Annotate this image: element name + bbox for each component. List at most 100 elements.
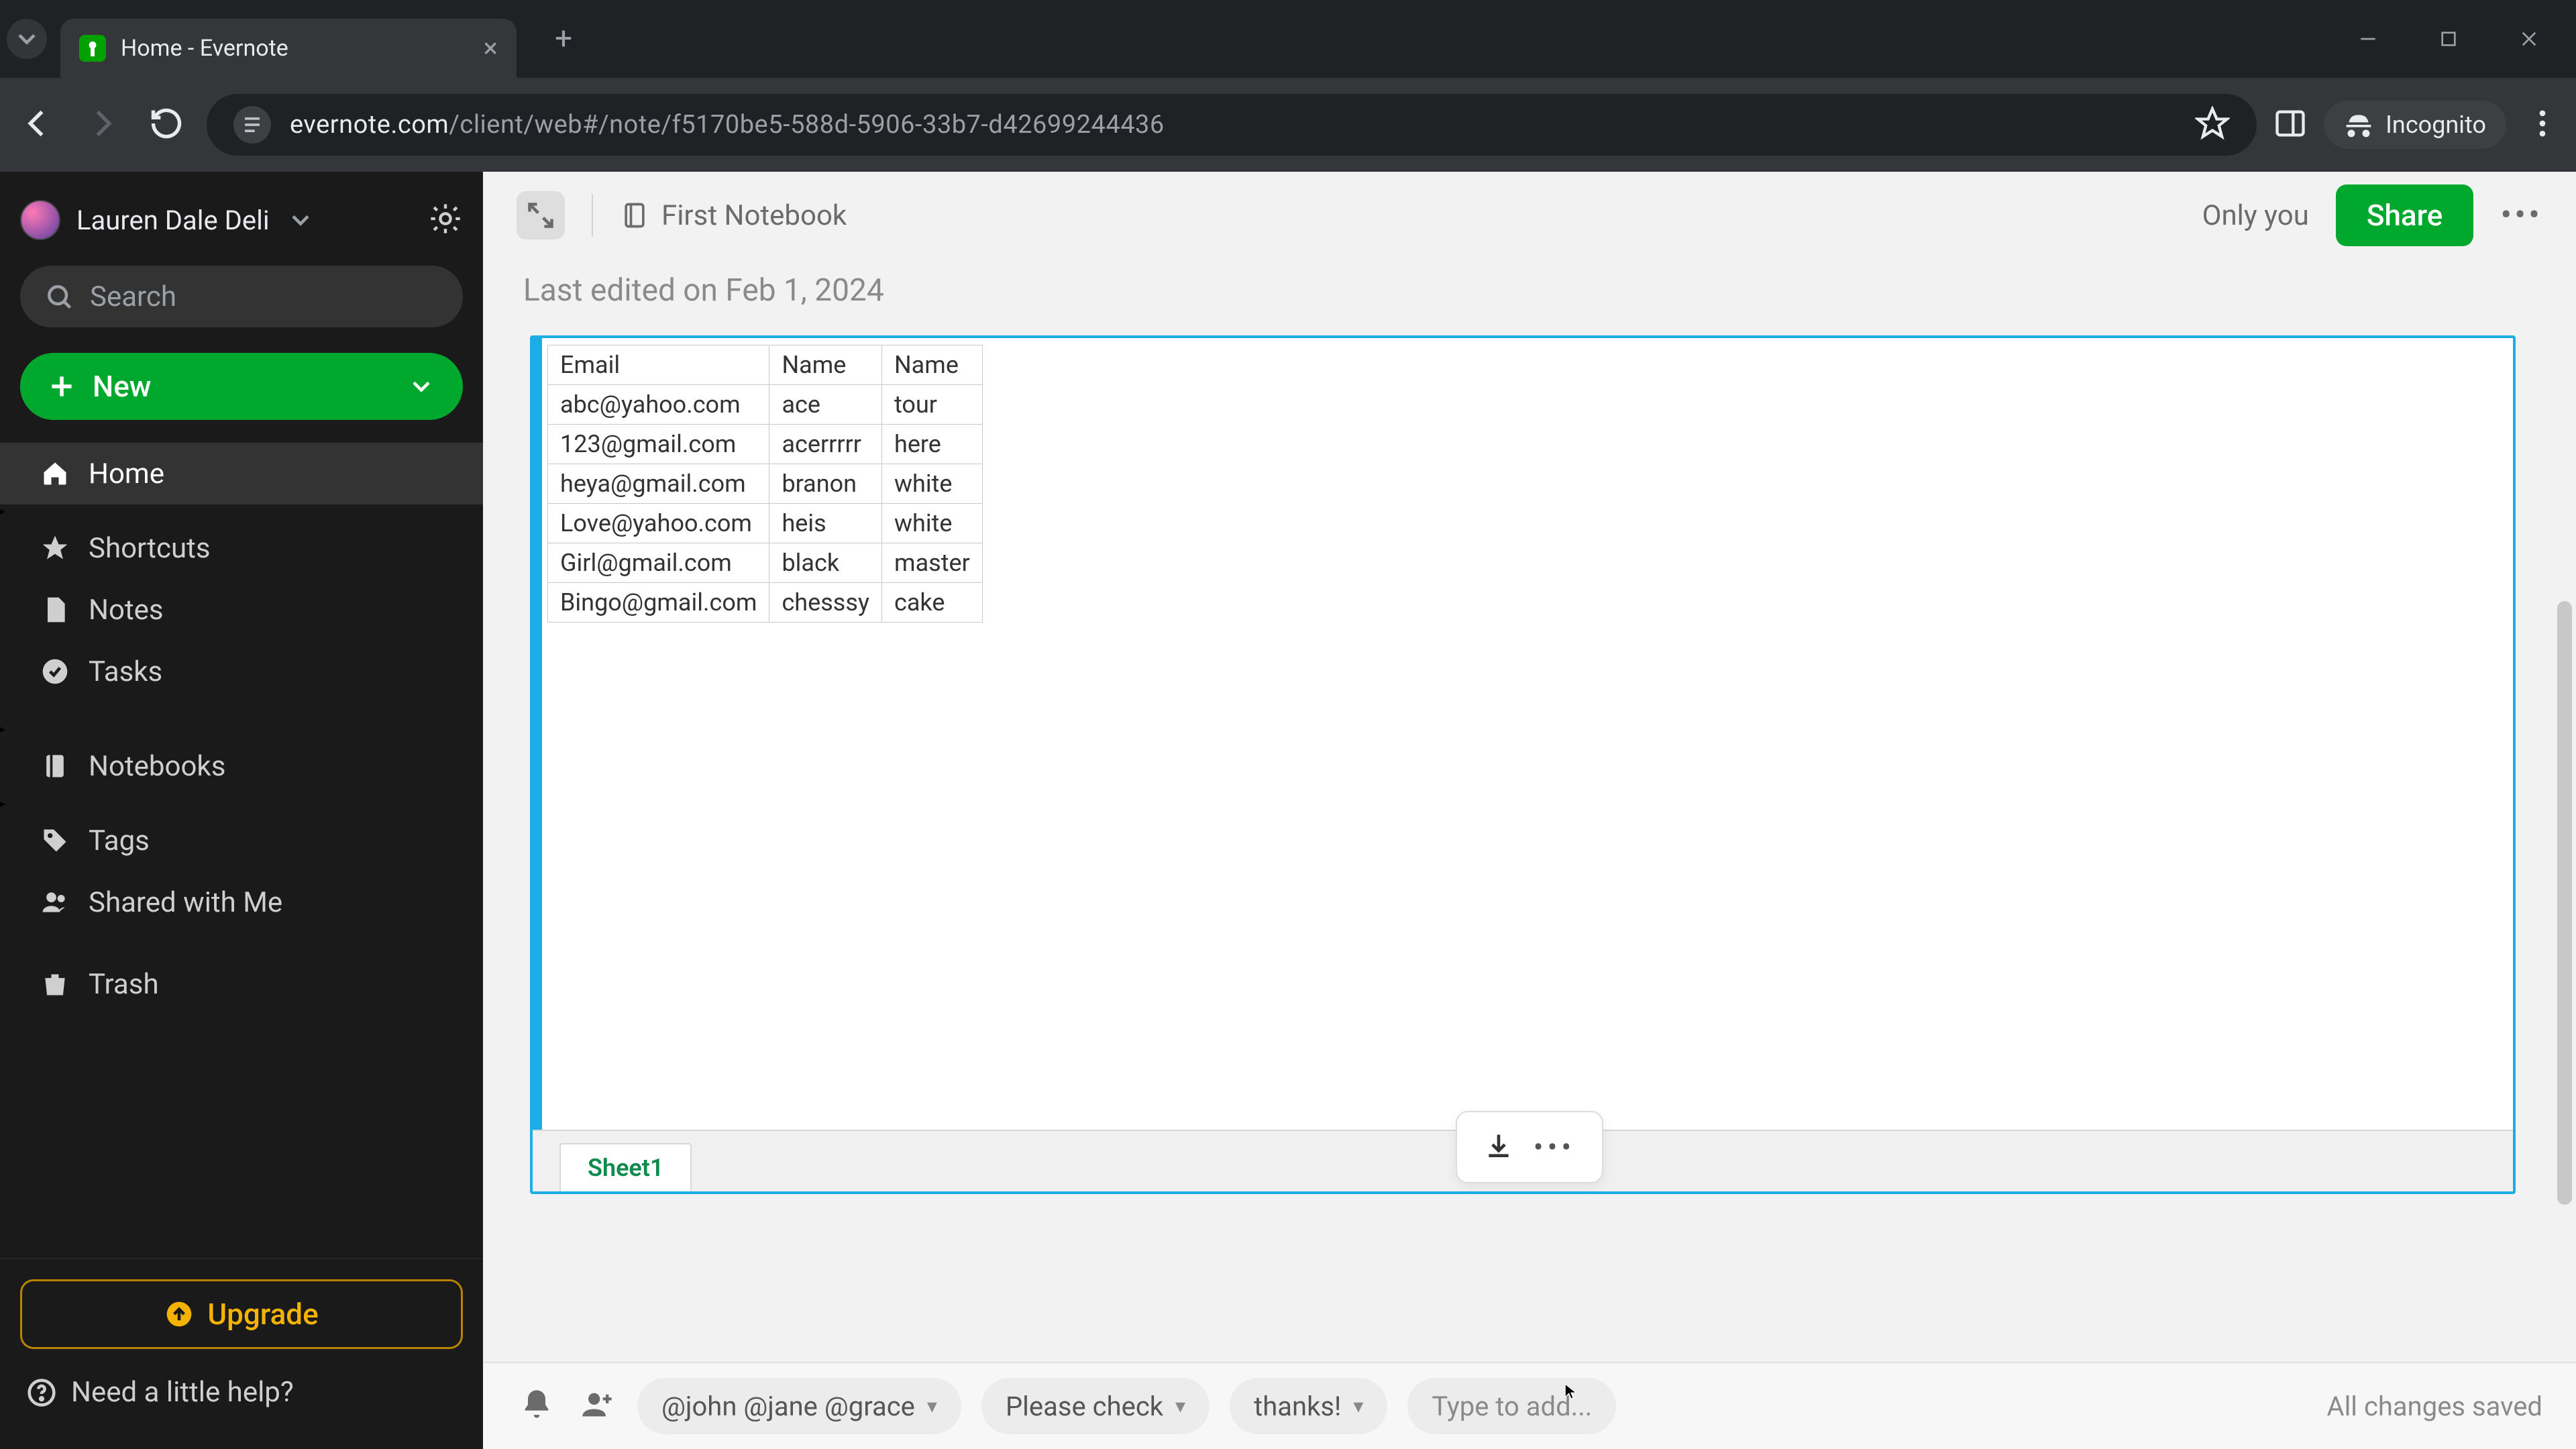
- sidebar-item-label: Tags: [89, 824, 150, 857]
- window-minimize-button[interactable]: [2355, 25, 2381, 52]
- table-cell[interactable]: branon: [769, 464, 882, 504]
- attachment-more-button[interactable]: •••: [1534, 1130, 1576, 1165]
- table-cell[interactable]: heya@gmail.com: [548, 464, 769, 504]
- add-tag-input[interactable]: Type to add...: [1407, 1378, 1616, 1434]
- address-bar[interactable]: evernote.com/client/web#/note/f5170be5-5…: [207, 94, 2257, 156]
- column-header: Name: [882, 345, 983, 385]
- sidebar-item-home[interactable]: Home: [0, 443, 483, 504]
- sheet-tab[interactable]: Sheet1: [559, 1143, 692, 1191]
- table-cell[interactable]: tour: [882, 385, 983, 425]
- expand-icon[interactable]: ▸: [0, 722, 5, 735]
- tag-chip-mentions[interactable]: @john @jane @grace ▾: [637, 1378, 961, 1434]
- help-button[interactable]: Need a little help?: [20, 1369, 463, 1429]
- save-status: All changes saved: [2326, 1391, 2542, 1422]
- table-cell[interactable]: abc@yahoo.com: [548, 385, 769, 425]
- sidebar: Lauren Dale Deli Search New Home ▸: [0, 172, 483, 1449]
- share-button[interactable]: Share: [2336, 184, 2474, 246]
- table-cell[interactable]: white: [882, 464, 983, 504]
- table-cell[interactable]: white: [882, 504, 983, 543]
- note-more-button[interactable]: •••: [2500, 196, 2542, 235]
- table-cell[interactable]: Bingo@gmail.com: [548, 583, 769, 623]
- table-cell[interactable]: 123@gmail.com: [548, 425, 769, 464]
- upgrade-icon: [164, 1299, 194, 1329]
- assign-button[interactable]: [577, 1386, 617, 1426]
- chevron-down-icon: [286, 205, 315, 235]
- trash-icon: [40, 969, 70, 999]
- incognito-label: Incognito: [2385, 111, 2486, 139]
- spreadsheet-attachment[interactable]: EmailNameName abc@yahoo.comacetour123@gm…: [530, 335, 2516, 1194]
- tab-close-icon[interactable]: ×: [484, 35, 498, 62]
- sidebar-item-shortcuts[interactable]: Shortcuts: [0, 517, 483, 579]
- forward-button[interactable]: [78, 101, 126, 149]
- sidebar-item-notebooks[interactable]: Notebooks: [0, 735, 483, 797]
- chip-label: Please check: [1006, 1391, 1163, 1422]
- tabs-dropdown-button[interactable]: [7, 19, 47, 59]
- home-icon: [40, 459, 70, 488]
- column-header: Email: [548, 345, 769, 385]
- table-row: 123@gmail.comacerrrrrhere: [548, 425, 983, 464]
- window-close-button[interactable]: [2516, 25, 2542, 52]
- reload-button[interactable]: [142, 101, 191, 149]
- sheet-tab-label: Sheet1: [588, 1154, 663, 1182]
- new-tab-button[interactable]: +: [543, 19, 584, 59]
- sidebar-item-tags[interactable]: Tags: [0, 810, 483, 871]
- back-button[interactable]: [13, 101, 62, 149]
- download-button[interactable]: [1484, 1131, 1513, 1163]
- table-cell[interactable]: Girl@gmail.com: [548, 543, 769, 583]
- note-icon: [40, 595, 70, 625]
- window-maximize-button[interactable]: [2435, 25, 2462, 52]
- browser-tab[interactable]: Home - Evernote ×: [60, 19, 517, 78]
- settings-button[interactable]: [428, 201, 463, 239]
- scrollbar-thumb[interactable]: [2557, 601, 2572, 1205]
- table-cell[interactable]: black: [769, 543, 882, 583]
- notebook-breadcrumb[interactable]: First Notebook: [620, 199, 847, 232]
- table-row: heya@gmail.combranonwhite: [548, 464, 983, 504]
- attachment-toolbar: •••: [1456, 1111, 1603, 1183]
- table-cell[interactable]: acerrrrr: [769, 425, 882, 464]
- spreadsheet-body: EmailNameName abc@yahoo.comacetour123@gm…: [533, 338, 2513, 1130]
- sidebar-item-tasks[interactable]: Tasks: [0, 641, 483, 702]
- reminder-button[interactable]: [517, 1386, 557, 1426]
- table-cell[interactable]: heis: [769, 504, 882, 543]
- bookmark-icon[interactable]: [2195, 106, 2230, 144]
- table-cell[interactable]: cake: [882, 583, 983, 623]
- sidebar-item-label: Notes: [89, 594, 164, 627]
- table-cell[interactable]: Love@yahoo.com: [548, 504, 769, 543]
- expand-icon: [526, 201, 555, 230]
- search-input[interactable]: Search: [20, 266, 463, 327]
- divider: [592, 194, 593, 237]
- expand-note-button[interactable]: [517, 191, 565, 239]
- sidebar-item-shared[interactable]: Shared with Me: [0, 871, 483, 933]
- browser-tabstrip: Home - Evernote × +: [0, 0, 2576, 78]
- new-button[interactable]: New: [20, 353, 463, 420]
- sidebar-item-label: Tasks: [89, 655, 162, 688]
- account-switcher[interactable]: Lauren Dale Deli: [0, 186, 483, 259]
- side-panel-icon[interactable]: [2273, 106, 2308, 144]
- tag-chip-check[interactable]: Please check ▾: [981, 1378, 1210, 1434]
- table-row: Bingo@gmail.comchesssycake: [548, 583, 983, 623]
- expand-icon[interactable]: ▸: [0, 797, 5, 810]
- incognito-chip[interactable]: Incognito: [2324, 101, 2506, 149]
- chevron-down-icon: ▾: [927, 1395, 937, 1418]
- mouse-cursor-icon: [1563, 1379, 1580, 1403]
- app-root: Lauren Dale Deli Search New Home ▸: [0, 172, 2576, 1449]
- table-cell[interactable]: master: [882, 543, 983, 583]
- upgrade-button[interactable]: Upgrade: [20, 1279, 463, 1349]
- tag-chip-thanks[interactable]: thanks! ▾: [1230, 1378, 1387, 1434]
- browser-menu-button[interactable]: [2522, 106, 2563, 144]
- site-info-button[interactable]: [233, 106, 271, 144]
- table-cell[interactable]: ace: [769, 385, 882, 425]
- sidebar-item-notes[interactable]: Notes: [0, 579, 483, 641]
- tab-title: Home - Evernote: [121, 35, 288, 62]
- note-header: First Notebook Only you Share •••: [483, 172, 2576, 259]
- column-header: Name: [769, 345, 882, 385]
- expand-icon[interactable]: ▸: [0, 504, 5, 517]
- table-cell[interactable]: here: [882, 425, 983, 464]
- notebook-icon: [40, 751, 70, 781]
- visibility-label[interactable]: Only you: [2202, 199, 2309, 232]
- help-label: Need a little help?: [71, 1376, 294, 1409]
- table-cell[interactable]: chesssy: [769, 583, 882, 623]
- url-path: /client/web#/note/f5170be5-588d-5906-33b…: [449, 110, 1165, 140]
- sidebar-item-trash[interactable]: Trash: [0, 953, 483, 1015]
- table-row: Girl@gmail.comblackmaster: [548, 543, 983, 583]
